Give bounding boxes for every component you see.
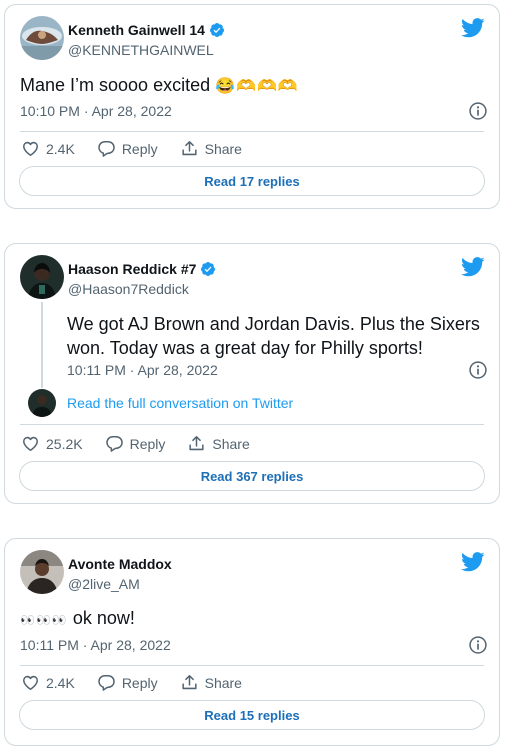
share-button[interactable]: Share (180, 673, 242, 692)
reply-button[interactable]: Reply (105, 434, 166, 453)
read-replies-button[interactable]: Read 15 replies (19, 700, 485, 730)
share-button[interactable]: Share (187, 434, 250, 453)
tweet-card-haason-reddick[interactable]: Haason Reddick #7 @Haason7Reddick We got… (4, 243, 500, 504)
user-handle[interactable]: @Haason7Reddick (68, 281, 189, 297)
reply-label: Reply (121, 140, 158, 157)
read-replies-button[interactable]: Read 17 replies (19, 166, 485, 196)
share-icon (180, 139, 199, 158)
tweet-actions: 2.4K Reply Share (21, 673, 264, 692)
tweet-timestamp[interactable]: 10:10 PM · Apr 28, 2022 (20, 103, 172, 119)
like-button[interactable]: 2.4K (21, 673, 75, 692)
like-button[interactable]: 25.2K (21, 434, 83, 453)
tweet-actions: 25.2K Reply Share (21, 434, 272, 453)
tweet-text-content: ok now! (72, 608, 135, 628)
verified-badge-icon (209, 22, 225, 38)
tweet-card-kenneth-gainwell[interactable]: Kenneth Gainwell 14 @KENNETHGAINWEL Mane… (4, 4, 500, 209)
verified-badge-icon (200, 261, 216, 277)
tweet-text: Mane I’m soooo excited 😂🫶🫶🫶 (20, 73, 299, 99)
like-button[interactable]: 2.4K (21, 139, 75, 158)
tweet-text: We got AJ Brown and Jordan Davis. Plus t… (67, 314, 480, 358)
twitter-bird-icon[interactable] (461, 257, 485, 277)
like-count: 25.2K (46, 435, 83, 452)
conversation-avatar[interactable] (28, 389, 56, 417)
reply-icon (105, 434, 124, 453)
share-icon (180, 673, 199, 692)
avatar[interactable] (20, 550, 64, 594)
reply-button[interactable]: Reply (97, 673, 158, 692)
divider (20, 665, 484, 666)
avatar[interactable] (20, 16, 64, 60)
display-name[interactable]: Avonte Maddox (68, 556, 172, 572)
twitter-bird-icon[interactable] (461, 552, 485, 572)
display-name[interactable]: Haason Reddick #7 (68, 261, 196, 277)
thread-line (41, 302, 43, 388)
tweet-text-content: Mane I’m soooo excited (20, 75, 211, 95)
info-icon[interactable] (468, 101, 488, 121)
info-icon[interactable] (468, 360, 488, 380)
user-handle[interactable]: @2live_AM (68, 576, 140, 592)
full-conversation-link[interactable]: Read the full conversation on Twitter (67, 395, 293, 411)
share-icon (187, 434, 206, 453)
tweet-card-avonte-maddox[interactable]: Avonte Maddox @2live_AM 👀👀👀 ok now! 10:1… (4, 538, 500, 746)
reply-button[interactable]: Reply (97, 139, 158, 158)
twitter-bird-icon[interactable] (461, 18, 485, 38)
tweet-timestamp[interactable]: 10:11 PM · Apr 28, 2022 (20, 637, 171, 653)
heart-icon (21, 434, 40, 453)
reply-label: Reply (121, 674, 158, 691)
reply-label: Reply (129, 435, 166, 452)
avatar[interactable] (20, 255, 64, 299)
tweet-emoji: 👀👀👀 (20, 613, 68, 627)
display-name[interactable]: Kenneth Gainwell 14 (68, 22, 205, 38)
user-handle[interactable]: @KENNETHGAINWEL (68, 42, 214, 58)
like-count: 2.4K (46, 140, 75, 157)
heart-icon (21, 139, 40, 158)
tweet-timestamp[interactable]: 10:11 PM · Apr 28, 2022 (67, 362, 218, 378)
like-count: 2.4K (46, 674, 75, 691)
share-label: Share (204, 140, 242, 157)
reply-icon (97, 673, 116, 692)
read-replies-button[interactable]: Read 367 replies (19, 461, 485, 491)
reply-icon (97, 139, 116, 158)
heart-icon (21, 673, 40, 692)
share-button[interactable]: Share (180, 139, 242, 158)
tweet-text: 👀👀👀 ok now! (20, 606, 135, 632)
divider (20, 131, 484, 132)
tweet-emoji: 😂🫶🫶🫶 (215, 78, 299, 95)
share-label: Share (204, 674, 242, 691)
info-icon[interactable] (468, 635, 488, 655)
tweet-actions: 2.4K Reply Share (21, 139, 264, 158)
share-label: Share (212, 435, 250, 452)
divider (20, 424, 484, 425)
